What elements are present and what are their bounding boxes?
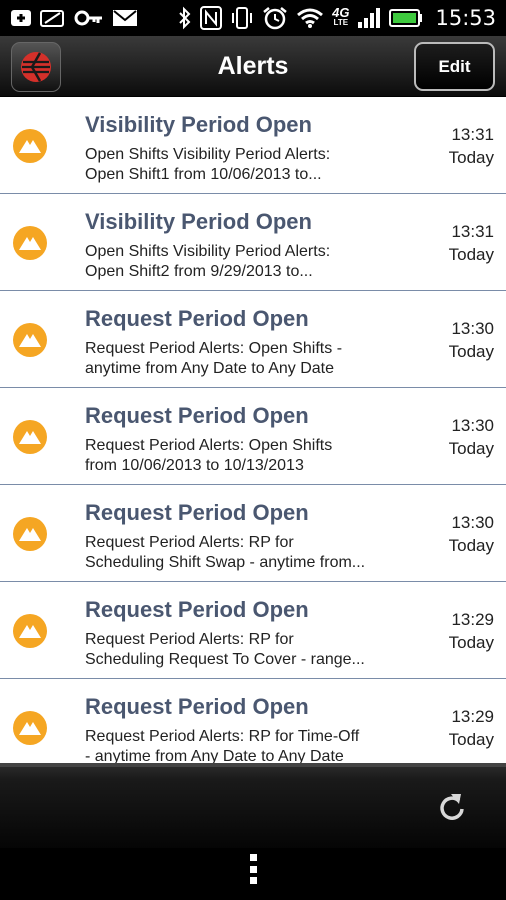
alert-day: Today — [448, 439, 494, 458]
add-icon — [10, 6, 32, 30]
alert-time: 13:30 — [451, 319, 494, 338]
refresh-button[interactable] — [436, 791, 468, 825]
navigation-bar — [0, 848, 506, 900]
alert-title: Request Period Open — [85, 500, 309, 525]
alert-message: Request Period Alerts: RP for Scheduling … — [85, 534, 366, 571]
list-item[interactable]: Request Period Open Request Period Alert… — [0, 485, 506, 582]
edit-button[interactable]: Edit — [414, 42, 495, 91]
alert-title: Request Period Open — [85, 694, 309, 719]
battery-icon — [389, 6, 423, 30]
nfc-icon — [200, 6, 223, 30]
alert-message: Open Shifts Visibility Period Alerts: Ope… — [85, 146, 331, 183]
vibrate-icon — [230, 6, 254, 30]
alert-message: Request Period Alerts: RP for Time-Off - … — [85, 728, 360, 763]
menu-dot — [249, 854, 257, 861]
alert-message: Open Shifts Visibility Period Alerts: Ope… — [85, 243, 331, 280]
refresh-icon — [440, 794, 464, 820]
status-bar: 4G LTE 15:53 — [0, 0, 506, 36]
menu-dot — [249, 877, 257, 884]
alert-day: Today — [448, 245, 494, 264]
status-time: 15:53 — [435, 6, 496, 30]
alert-day: Today — [448, 633, 494, 652]
alert-title: Request Period Open — [85, 306, 309, 331]
list-item[interactable]: Visibility Period Open Open Shifts Visib… — [0, 97, 506, 194]
list-item[interactable]: Request Period Open Request Period Alert… — [0, 291, 506, 388]
alert-icon — [13, 129, 47, 163]
alert-icon — [13, 226, 47, 260]
alert-day: Today — [448, 730, 494, 749]
alert-time: 13:29 — [451, 610, 494, 629]
alert-icon — [13, 420, 47, 454]
alert-message: Request Period Alerts: Open Shifts from 1… — [85, 437, 333, 474]
alert-message: Request Period Alerts: RP for Scheduling … — [85, 631, 365, 668]
alert-time: 13:31 — [451, 125, 494, 144]
alert-icon — [13, 711, 47, 745]
list-item[interactable]: Request Period Open Request Period Alert… — [0, 679, 506, 763]
alert-list[interactable]: Visibility Period Open Open Shifts Visib… — [0, 97, 506, 763]
overflow-menu-button[interactable] — [243, 852, 263, 886]
alert-day: Today — [448, 148, 494, 167]
alert-time: 13:30 — [451, 416, 494, 435]
list-item[interactable]: Visibility Period Open Open Shifts Visib… — [0, 194, 506, 291]
alert-title: Visibility Period Open — [85, 209, 312, 234]
alert-icon — [13, 614, 47, 648]
wallet-icon — [40, 6, 66, 30]
alert-title: Request Period Open — [85, 403, 309, 428]
bluetooth-icon — [178, 6, 192, 30]
bottom-toolbar — [0, 763, 506, 848]
alert-time: 13:29 — [451, 707, 494, 726]
alert-time: 13:30 — [451, 513, 494, 532]
alarm-icon — [262, 6, 288, 30]
alert-title: Request Period Open — [85, 597, 309, 622]
menu-dot — [249, 865, 257, 873]
list-item[interactable]: Request Period Open Request Period Alert… — [0, 582, 506, 679]
mail-icon — [112, 6, 138, 30]
alert-title: Visibility Period Open — [85, 112, 312, 137]
alert-time: 13:31 — [451, 222, 494, 241]
action-bar: Alerts Edit — [0, 36, 506, 97]
alert-icon — [13, 323, 47, 357]
list-item[interactable]: Request Period Open Request Period Alert… — [0, 388, 506, 485]
key-icon — [74, 6, 104, 30]
alert-day: Today — [448, 536, 494, 555]
alert-message: Request Period Alerts: Open Shifts - anyt… — [85, 340, 343, 377]
wifi-icon — [296, 6, 324, 30]
signal-icon — [357, 6, 381, 30]
alert-icon — [13, 517, 47, 551]
alert-day: Today — [448, 342, 494, 361]
network-type: 4G LTE — [332, 5, 350, 27]
